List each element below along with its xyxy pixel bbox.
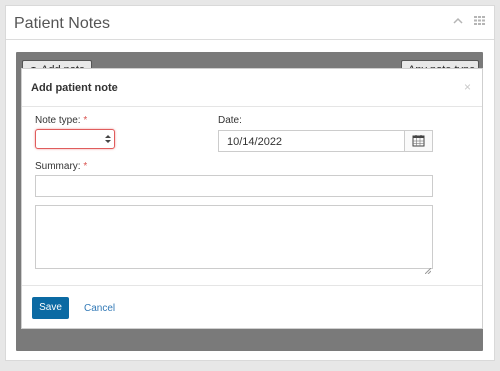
required-marker: * xyxy=(83,161,88,172)
panel-title: Patient Notes xyxy=(14,15,111,32)
note-type-label-text: Note type: xyxy=(35,115,81,126)
resize-handle-icon[interactable] xyxy=(424,261,432,275)
modal-header: Add patient note × xyxy=(22,69,482,107)
save-button[interactable]: Save xyxy=(32,297,69,319)
note-details-textarea[interactable] xyxy=(35,205,433,275)
grid-icon[interactable] xyxy=(474,16,485,28)
calendar-icon xyxy=(405,135,432,155)
required-marker: * xyxy=(83,115,88,126)
note-type-label: Note type: * xyxy=(35,115,87,126)
modal-footer-divider xyxy=(22,285,482,286)
date-label: Date: xyxy=(218,115,242,126)
select-arrows-icon xyxy=(105,134,111,146)
summary-label: Summary: * xyxy=(35,161,87,172)
add-note-modal: Add patient note × Note type: * Date: 10… xyxy=(21,68,483,329)
date-input[interactable]: 10/14/2022 xyxy=(218,130,433,152)
cancel-button[interactable]: Cancel xyxy=(84,303,115,314)
summary-label-text: Summary: xyxy=(35,161,81,172)
calendar-button[interactable] xyxy=(404,131,432,151)
chevron-up-icon[interactable] xyxy=(453,16,463,28)
date-value: 10/14/2022 xyxy=(227,136,283,148)
close-icon[interactable]: × xyxy=(464,80,471,94)
modal-title: Add patient note xyxy=(31,82,118,94)
summary-input[interactable] xyxy=(35,175,433,197)
note-type-select[interactable] xyxy=(35,129,115,149)
panel-header: Patient Notes xyxy=(6,6,494,40)
